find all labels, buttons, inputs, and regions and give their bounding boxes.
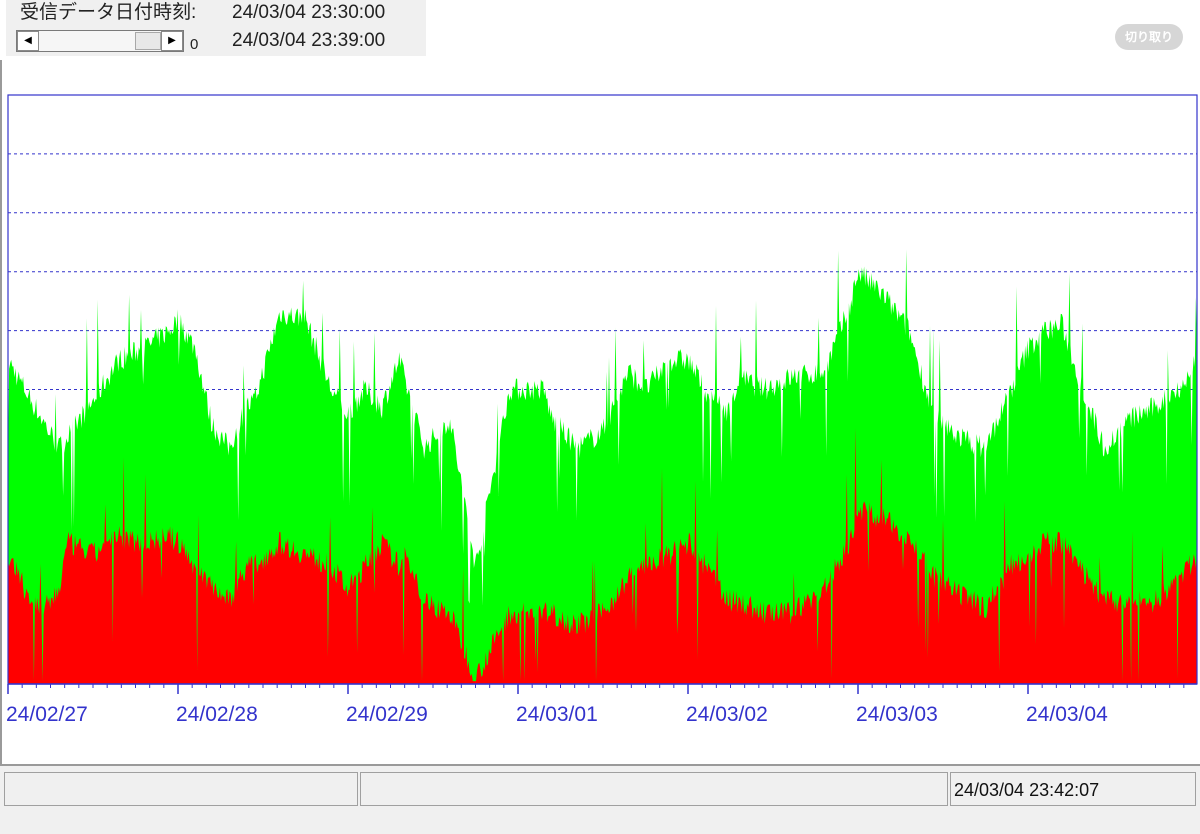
x-tick-label: 24/02/29: [346, 703, 428, 726]
x-tick-label: 24/03/04: [1026, 703, 1108, 726]
x-tick-label: 24/03/02: [686, 703, 768, 726]
x-tick-label: 24/03/01: [516, 703, 598, 726]
top-panel: 受信データ日付時刻: 24/03/04 23:30:00 24/03/04 23…: [0, 0, 1200, 60]
scroll-right-arrow-icon[interactable]: ▶: [161, 31, 183, 51]
x-tick-label: 24/02/28: [176, 703, 258, 726]
received-time-2: 24/03/04 23:39:00: [232, 30, 386, 51]
time-scrollbar[interactable]: ◀ ▶: [16, 30, 184, 52]
cut-button[interactable]: 切り取り: [1115, 24, 1183, 50]
scroll-thumb[interactable]: [135, 32, 161, 50]
x-tick-label: 24/03/03: [856, 703, 938, 726]
scroll-value: 0: [190, 36, 199, 53]
x-tick-label: 24/02/27: [6, 703, 88, 726]
status-panel-1: [4, 772, 358, 806]
status-panel-2: [360, 772, 948, 806]
series-areas: [8, 249, 1197, 684]
status-clock: 24/03/04 23:42:07: [954, 780, 1100, 800]
scroll-left-arrow-icon[interactable]: ◀: [17, 31, 39, 51]
status-bar: 24/03/04 23:42:07: [0, 764, 1200, 834]
received-time-1: 24/03/04 23:30:00: [232, 2, 386, 23]
received-label: 受信データ日付時刻:: [20, 2, 197, 23]
area-chart: 24/02/27 24/02/28 24/02/29 24/03/01 24/03/02…: [6, 94, 1198, 726]
